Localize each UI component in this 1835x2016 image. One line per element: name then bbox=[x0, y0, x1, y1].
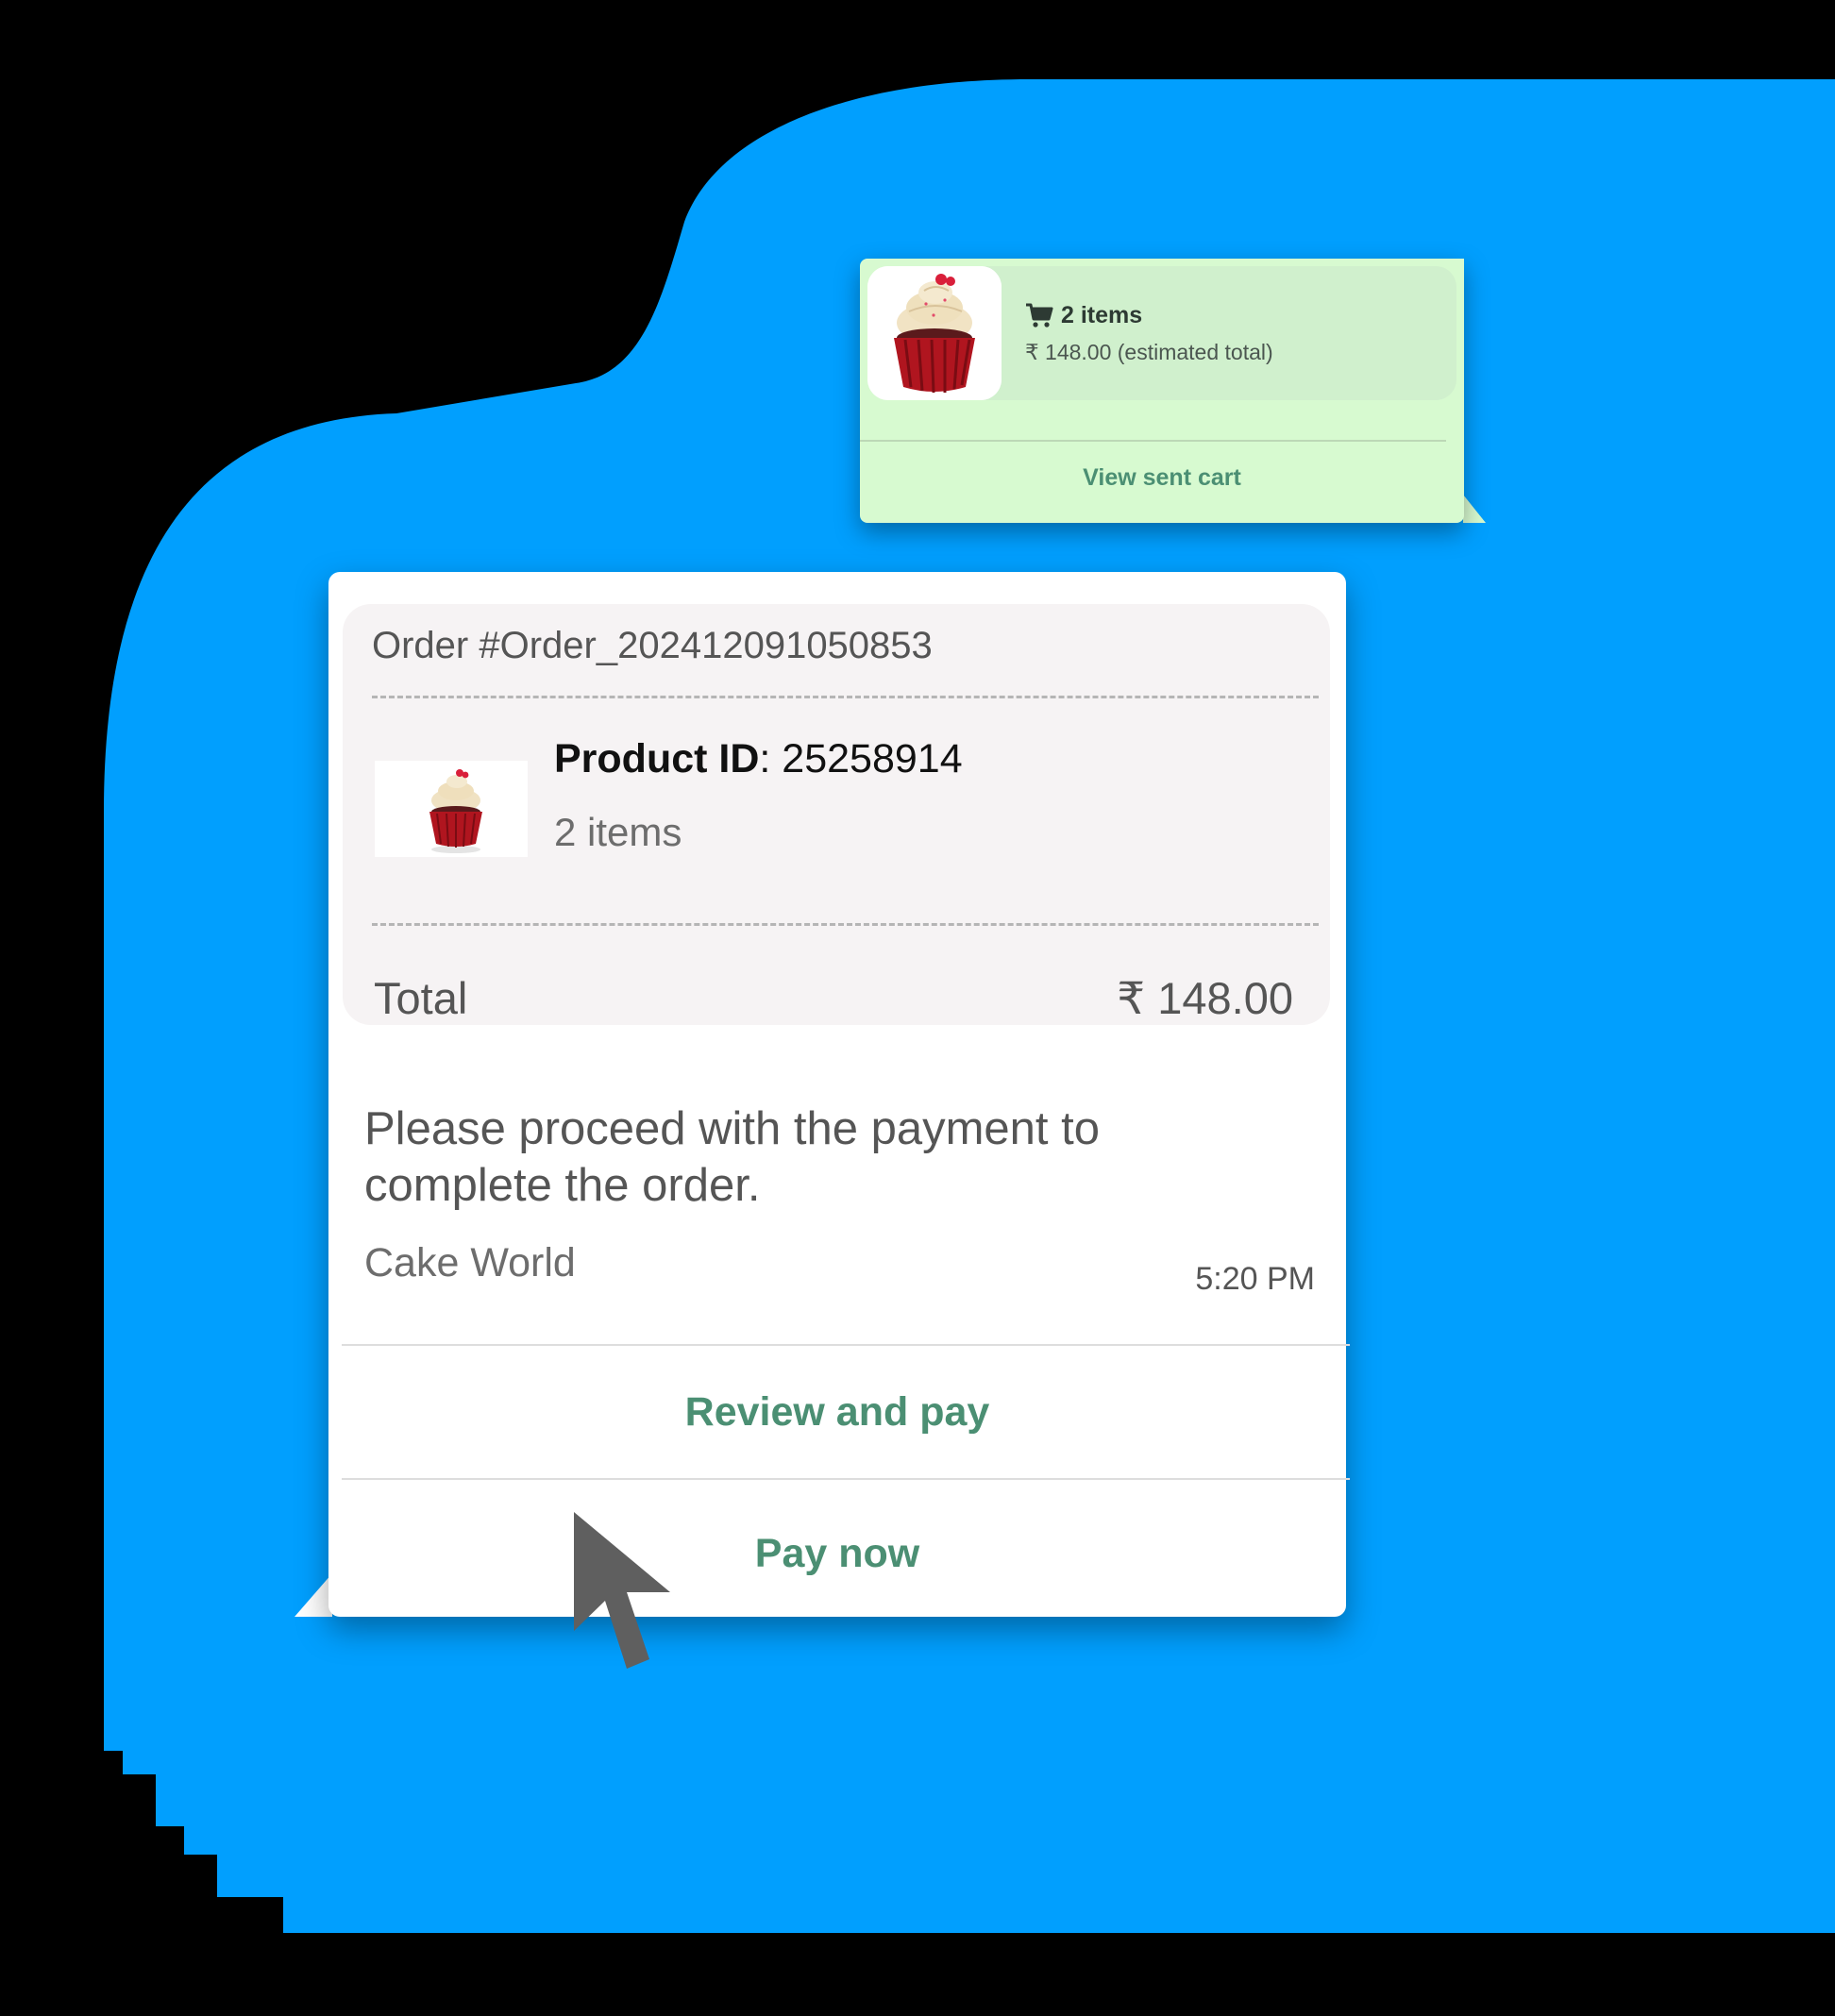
message-timestamp: 5:20 PM bbox=[1195, 1261, 1315, 1297]
cupcake-image bbox=[375, 761, 528, 857]
product-id: Product ID: 25258914 bbox=[554, 736, 963, 782]
sender-name: Cake World bbox=[364, 1240, 576, 1285]
review-and-pay-button[interactable]: Review and pay bbox=[328, 1389, 1346, 1436]
product-id-label: Product ID bbox=[554, 736, 760, 781]
pay-now-button[interactable]: Pay now bbox=[328, 1531, 1346, 1577]
button-divider bbox=[342, 1344, 1350, 1346]
total-amount: ₹ 148.00 bbox=[1117, 973, 1293, 1023]
product-thumbnail bbox=[375, 761, 528, 857]
cupcake-image bbox=[867, 266, 1002, 400]
cart-product-thumbnail bbox=[867, 266, 1002, 400]
dashed-divider bbox=[372, 923, 1319, 926]
dashed-divider bbox=[372, 696, 1319, 698]
mouse-pointer-icon bbox=[574, 1512, 670, 1669]
cart-item-count: 2 items bbox=[1061, 301, 1143, 328]
product-item-count: 2 items bbox=[554, 810, 682, 854]
cart-divider bbox=[860, 440, 1446, 442]
product-id-value: : 25258914 bbox=[759, 736, 963, 781]
button-divider bbox=[342, 1478, 1350, 1480]
order-number: Order #Order_202412091050853 bbox=[372, 625, 933, 666]
order-summary-card[interactable]: Order #Order_202412091050853 Product ID:… bbox=[343, 604, 1330, 1025]
shopping-cart-icon bbox=[1025, 302, 1053, 328]
view-sent-cart-button[interactable]: View sent cart bbox=[860, 464, 1464, 492]
total-label: Total bbox=[374, 973, 468, 1023]
order-message-bubble: Order #Order_202412091050853 Product ID:… bbox=[328, 572, 1350, 1617]
cart-estimated-total: ₹ 148.00 (estimated total) bbox=[1025, 340, 1273, 364]
payment-message: Please proceed with the payment to compl… bbox=[364, 1103, 1101, 1211]
page-canvas: 2 items ₹ 148.00 (estimated total) View … bbox=[0, 0, 1835, 2016]
cart-summary[interactable]: 2 items ₹ 148.00 (estimated total) bbox=[867, 266, 1456, 400]
sent-cart-bubble[interactable]: 2 items ₹ 148.00 (estimated total) View … bbox=[860, 259, 1464, 523]
